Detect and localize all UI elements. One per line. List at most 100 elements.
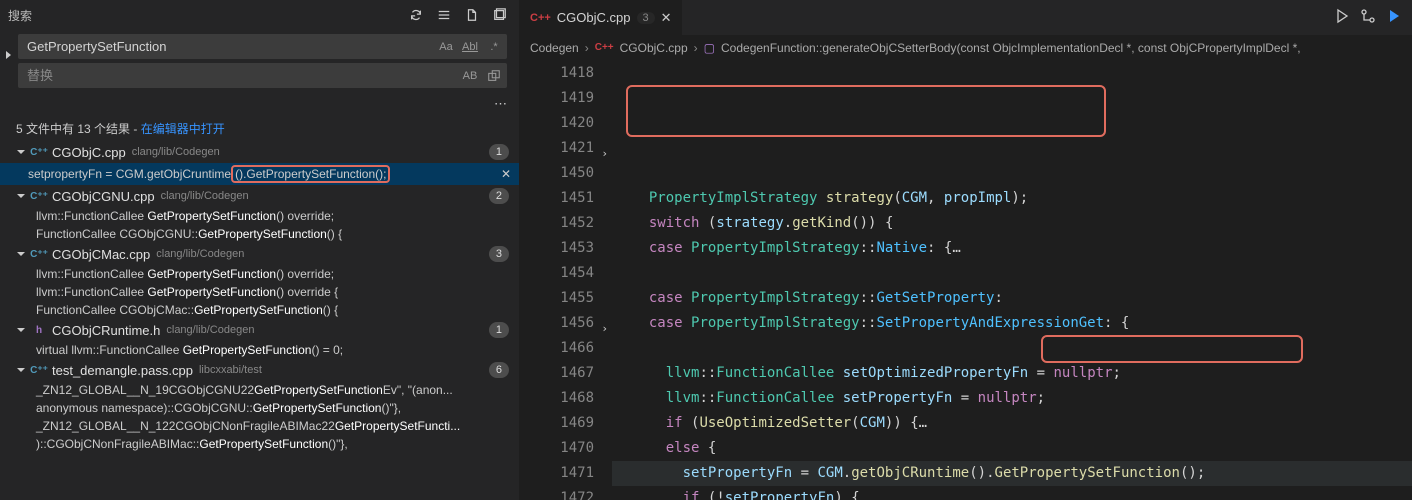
file-name: CGObjCRuntime.h — [52, 323, 160, 338]
code-line[interactable]: setPropertyFn = CGM.getObjCRuntime().Get… — [612, 461, 1412, 486]
match-count-badge: 1 — [489, 322, 509, 338]
code-line[interactable]: if (UseOptimizedSetter(CGM)) {… — [612, 411, 1412, 436]
code-line[interactable]: case PropertyImplStrategy::SetPropertyAn… — [612, 311, 1412, 336]
clear-icon[interactable] — [433, 4, 455, 26]
fold-icon[interactable]: › — [601, 316, 608, 341]
code-line[interactable]: else { — [612, 436, 1412, 461]
match-case-toggle[interactable]: Aa — [434, 36, 458, 58]
more-options-icon[interactable]: ⋯ — [0, 96, 519, 116]
code-line[interactable] — [612, 161, 1412, 186]
search-match[interactable]: llvm::FunctionCallee GetPropertySetFunct… — [0, 283, 519, 301]
tab-filename: CGObjC.cpp — [557, 10, 631, 25]
crumb-file[interactable]: CGObjC.cpp — [620, 41, 688, 55]
line-number: 1420 — [520, 111, 594, 136]
search-header: 搜索 — [0, 0, 519, 30]
close-icon[interactable]: ✕ — [661, 10, 672, 26]
refresh-icon[interactable] — [405, 4, 427, 26]
file-icon: C⁺⁺ — [30, 245, 48, 263]
search-match[interactable]: FunctionCallee CGObjCGNU::GetPropertySet… — [0, 225, 519, 243]
code-line[interactable]: switch (strategy.getKind()) { — [612, 211, 1412, 236]
line-number: 1419 — [520, 86, 594, 111]
code-content[interactable]: PropertyImplStrategy strategy(CGM, propI… — [612, 61, 1412, 500]
crumb-symbol[interactable]: CodegenFunction::generateObjCSetterBody(… — [721, 41, 1301, 55]
fold-icon[interactable]: › — [601, 141, 608, 166]
run-icon[interactable] — [1334, 8, 1350, 27]
file-name: CGObjCGNU.cpp — [52, 189, 155, 204]
file-path: clang/lib/Codegen — [166, 324, 254, 336]
line-number: 1456› — [520, 311, 594, 336]
line-number: 1470 — [520, 436, 594, 461]
line-number: 1466 — [520, 336, 594, 361]
file-name: CGObjCMac.cpp — [52, 247, 150, 262]
line-number: 1471 — [520, 461, 594, 486]
search-match[interactable]: virtual llvm::FunctionCallee GetProperty… — [0, 341, 519, 359]
file-path: clang/lib/Codegen — [132, 146, 220, 158]
code-line[interactable]: case PropertyImplStrategy::GetSetPropert… — [612, 286, 1412, 311]
search-match[interactable]: llvm::FunctionCallee GetPropertySetFunct… — [0, 265, 519, 283]
file-group[interactable]: C⁺⁺ CGObjCGNU.cpp clang/lib/Codegen 2 — [0, 185, 519, 207]
dismiss-icon[interactable]: ✕ — [501, 167, 511, 181]
file-path: clang/lib/Codegen — [156, 248, 244, 260]
code-line[interactable] — [612, 261, 1412, 286]
code-line[interactable]: PropertyImplStrategy strategy(CGM, propI… — [612, 186, 1412, 211]
search-match[interactable]: anonymous namespace)::CGObjCGNU::GetProp… — [0, 399, 519, 417]
search-panel: 搜索 Aa Abl .* AB ⋯ — [0, 0, 520, 500]
match-count-badge: 6 — [489, 362, 509, 378]
tab-actions — [1334, 0, 1412, 35]
file-group[interactable]: C⁺⁺ test_demangle.pass.cpp libcxxabi/tes… — [0, 359, 519, 381]
line-number: 1454 — [520, 261, 594, 286]
search-title: 搜索 — [8, 7, 399, 24]
crumb-folder[interactable]: Codegen — [530, 41, 579, 55]
search-match[interactable]: FunctionCallee CGObjCMac::GetPropertySet… — [0, 301, 519, 319]
line-number: 1418 — [520, 61, 594, 86]
open-in-editor-link[interactable]: 在编辑器中打开 — [141, 122, 225, 136]
line-number: 1468 — [520, 386, 594, 411]
match-count-badge: 1 — [489, 144, 509, 160]
replace-all-icon[interactable] — [482, 65, 506, 87]
results-tree[interactable]: C⁺⁺ CGObjC.cpp clang/lib/Codegen 1setpro… — [0, 141, 519, 500]
chevron-down-icon — [14, 247, 28, 261]
preserve-case-toggle[interactable]: AB — [458, 65, 482, 87]
search-match[interactable]: _ZN12_GLOBAL__N_19CGObjCGNU22GetProperty… — [0, 381, 519, 399]
line-number: 1451 — [520, 186, 594, 211]
match-word-toggle[interactable]: Abl — [458, 36, 482, 58]
play-icon[interactable] — [1386, 8, 1402, 27]
chevron-down-icon — [14, 145, 28, 159]
code-line[interactable]: case PropertyImplStrategy::Native: {… — [612, 236, 1412, 261]
chevron-down-icon — [14, 363, 28, 377]
search-match[interactable]: _ZN12_GLOBAL__N_122CGObjCNonFragileABIMa… — [0, 417, 519, 435]
diff-icon[interactable] — [1360, 8, 1376, 27]
replace-input[interactable] — [19, 64, 458, 87]
file-path: clang/lib/Codegen — [161, 190, 249, 202]
file-icon: h — [30, 321, 48, 339]
search-match[interactable]: llvm::FunctionCallee GetPropertySetFunct… — [0, 207, 519, 225]
replace-input-row: AB — [18, 63, 507, 88]
code-editor[interactable]: 1418141914201421›14501451145214531454145… — [520, 61, 1412, 500]
breadcrumb[interactable]: Codegen › C++ CGObjC.cpp › ▢ CodegenFunc… — [520, 35, 1412, 61]
line-number: 1450 — [520, 161, 594, 186]
file-path: libcxxabi/test — [199, 364, 262, 376]
new-file-icon[interactable] — [461, 4, 483, 26]
search-input-area: Aa Abl .* AB — [0, 30, 519, 96]
file-group[interactable]: C⁺⁺ CGObjC.cpp clang/lib/Codegen 1 — [0, 141, 519, 163]
line-number: 1467 — [520, 361, 594, 386]
code-line[interactable] — [612, 336, 1412, 361]
code-line[interactable]: llvm::FunctionCallee setPropertyFn = nul… — [612, 386, 1412, 411]
search-input[interactable] — [19, 35, 434, 58]
regex-toggle[interactable]: .* — [482, 36, 506, 58]
expand-replace-toggle[interactable] — [2, 48, 16, 62]
cpp-file-icon: C++ — [595, 42, 614, 53]
search-match[interactable]: )::CGObjCNonFragileABIMac::GetPropertySe… — [0, 435, 519, 453]
file-group[interactable]: h CGObjCRuntime.h clang/lib/Codegen 1 — [0, 319, 519, 341]
file-name: test_demangle.pass.cpp — [52, 363, 193, 378]
file-group[interactable]: C⁺⁺ CGObjCMac.cpp clang/lib/Codegen 3 — [0, 243, 519, 265]
tab-cgobjc[interactable]: C++ CGObjC.cpp 3 ✕ — [520, 0, 683, 35]
code-line[interactable]: if (!setPropertyFn) { — [612, 486, 1412, 500]
code-line[interactable]: llvm::FunctionCallee setOptimizedPropert… — [612, 361, 1412, 386]
results-count: 5 文件中有 13 个结果 - — [16, 122, 141, 136]
collapse-icon[interactable] — [489, 4, 511, 26]
tab-bar: C++ CGObjC.cpp 3 ✕ — [520, 0, 1412, 35]
tab-mod-badge: 3 — [637, 12, 655, 24]
search-input-row: Aa Abl .* — [18, 34, 507, 59]
search-match[interactable]: setpropertyFn = CGM.getObjCruntime().Get… — [0, 163, 519, 185]
